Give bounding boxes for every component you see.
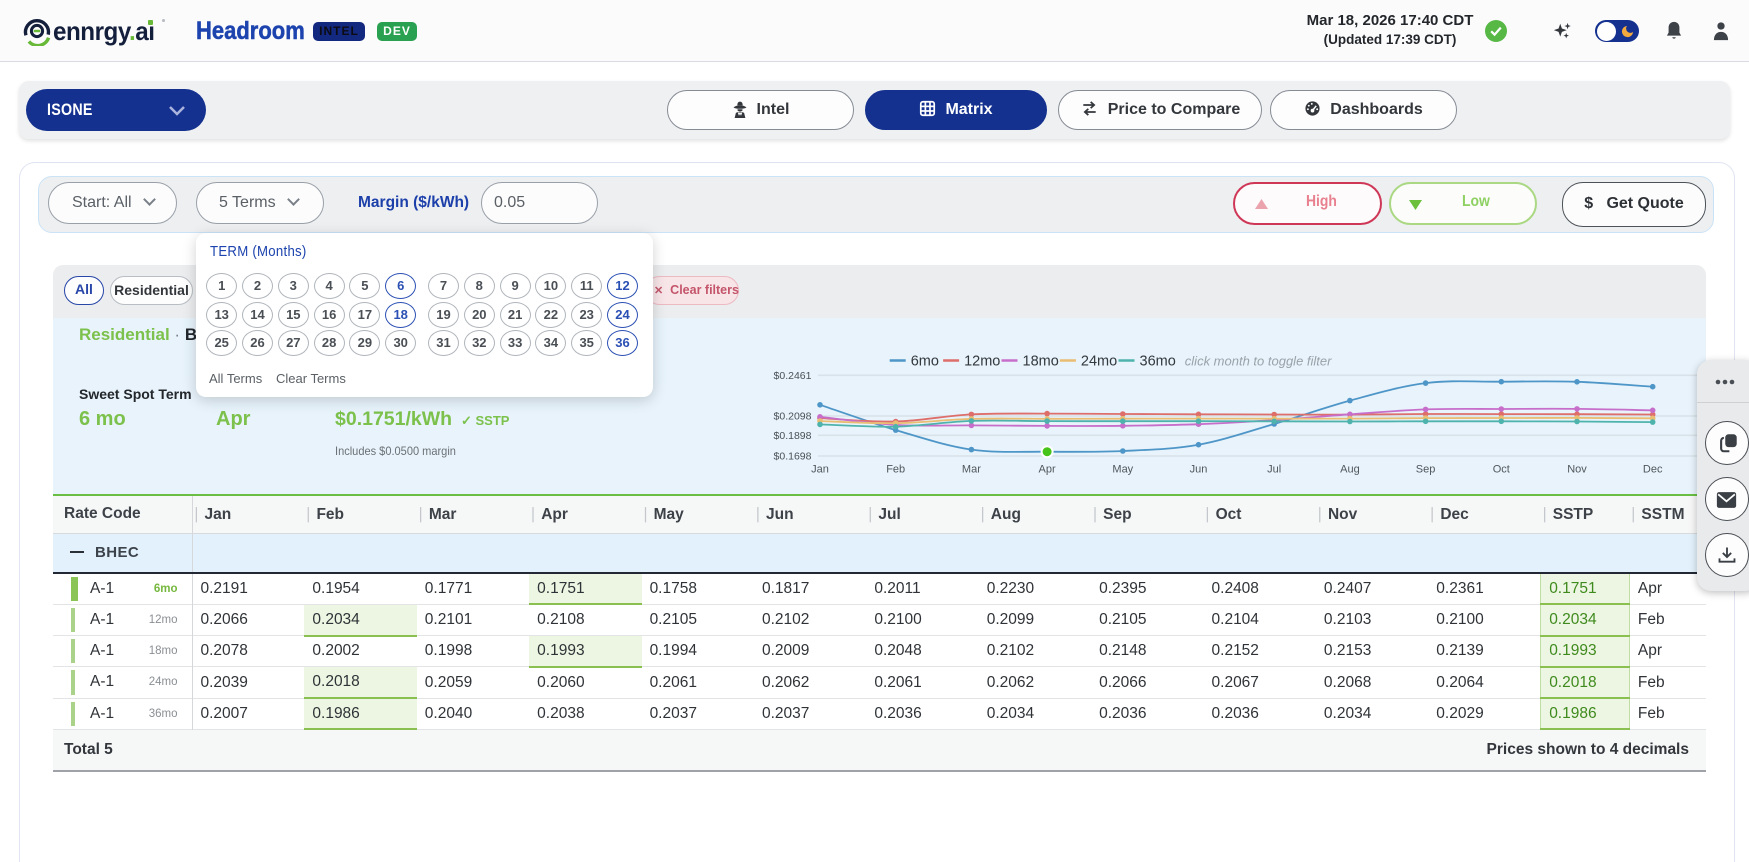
svg-text:Nov: Nov (1567, 464, 1587, 476)
svg-text:18mo: 18mo (1023, 354, 1059, 370)
svg-text:Jan: Jan (811, 464, 829, 476)
svg-text:36mo: 36mo (1140, 354, 1176, 370)
svg-text:Jul: Jul (1267, 464, 1281, 476)
svg-text:$0.2098: $0.2098 (774, 411, 812, 423)
svg-text:Sep: Sep (1416, 464, 1436, 476)
svg-text:$0.1898: $0.1898 (774, 430, 812, 442)
svg-text:Jun: Jun (1190, 464, 1208, 476)
svg-text:6mo: 6mo (911, 354, 939, 370)
svg-text:Feb: Feb (886, 464, 905, 476)
svg-text:Aug: Aug (1340, 464, 1360, 476)
svg-text:$0.2461: $0.2461 (774, 370, 812, 382)
svg-text:Apr: Apr (1039, 464, 1056, 476)
svg-text:Mar: Mar (962, 464, 981, 476)
svg-text:Dec: Dec (1643, 464, 1663, 476)
svg-text:24mo: 24mo (1081, 354, 1117, 370)
svg-text:12mo: 12mo (964, 354, 1000, 370)
svg-text:click month to toggle filter: click month to toggle filter (1185, 354, 1332, 369)
svg-text:$0.1698: $0.1698 (774, 451, 812, 463)
svg-text:Oct: Oct (1493, 464, 1510, 476)
svg-text:May: May (1112, 464, 1133, 476)
